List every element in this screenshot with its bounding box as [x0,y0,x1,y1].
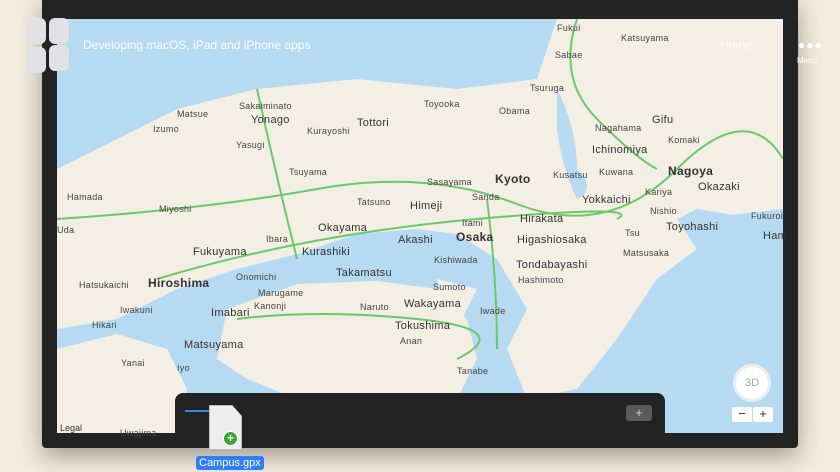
map-city-label[interactable]: Naruto [360,302,389,312]
map-city-label[interactable]: Imabari [211,307,250,319]
map-city-label[interactable]: Fukui [557,23,581,33]
map-city-label[interactable]: Katsuyama [621,33,669,43]
page-title: Developing macOS, iPad and iPhone apps [83,38,311,52]
home-link[interactable]: Home [720,38,752,52]
map-city-label[interactable]: Yanai [121,358,145,368]
map-city-label[interactable]: Kurashiki [302,246,350,258]
map-city-label[interactable]: Matsuyama [184,339,244,351]
map-city-label[interactable]: Ibara [266,234,288,244]
map-city-label[interactable]: Sasayama [427,177,472,187]
map-city-label[interactable]: Hirakata [520,213,563,225]
map-city-label[interactable]: Yonago [251,114,290,126]
map-city-label[interactable]: Matsue [177,109,208,119]
map-city-label[interactable]: Marugame [258,288,303,298]
map-city-label[interactable]: Kusatsu [553,170,588,180]
add-button[interactable]: + [626,405,652,421]
copy-plus-icon: + [223,431,238,446]
map-city-label[interactable]: Obama [499,106,530,116]
map-city-label[interactable]: Gifu [652,114,673,126]
map-city-label[interactable]: Toyooka [424,99,460,109]
menu-button[interactable]: Menu [797,56,817,65]
map-city-label[interactable]: Iwakuni [120,305,153,315]
map-city-label[interactable]: Anan [400,336,422,346]
map-city-label[interactable]: Kanonji [254,301,286,311]
map-city-label[interactable]: Hamada [67,192,103,202]
map-city-label[interactable]: Osaka [456,230,494,244]
map-city-label[interactable]: Izumo [153,124,179,134]
map-city-label[interactable]: Fukuyama [193,246,247,258]
map-city-label[interactable]: Hatsukaichi [79,280,129,290]
bottom-tray [175,393,665,448]
zoom-out-button[interactable]: − [732,407,752,422]
map-city-label[interactable]: Kuwana [599,167,633,177]
sidebar-button[interactable] [26,47,46,73]
map-city-label[interactable]: Tokushima [395,320,450,332]
sidebar-button[interactable] [49,18,69,44]
map-city-label[interactable]: Sabae [555,50,583,60]
map-city-label[interactable]: Sumoto [433,282,466,292]
map-city-label[interactable]: Yasugi [236,140,265,150]
map-city-label[interactable]: Okazaki [698,181,740,193]
ellipsis-icon[interactable]: ●●● [798,38,823,52]
sidebar-button[interactable] [49,45,69,71]
map-city-label[interactable]: Nagoya [668,164,713,178]
map-city-label[interactable]: Komaki [668,135,700,145]
map-city-label[interactable]: Kurayoshi [307,126,350,136]
map-city-label[interactable]: Fukuroi [751,211,783,221]
map-city-label[interactable]: Uwajima [120,428,157,438]
zoom-in-button[interactable]: + [753,407,773,422]
map-city-label[interactable]: Onomichi [236,272,276,282]
map-city-label[interactable]: Tsuruga [530,83,564,93]
map-city-label[interactable]: Tatsuno [357,197,391,207]
map-city-label[interactable]: Tottori [357,117,389,129]
map-city-label[interactable]: Itami [462,218,483,228]
legal-link[interactable]: Legal [60,423,82,433]
map-city-label[interactable]: Takamatsu [336,267,392,279]
map-city-label[interactable]: Ham [763,230,787,242]
map-city-label[interactable]: Iwade [480,306,506,316]
map-city-label[interactable]: Kyoto [495,172,531,186]
map-city-label[interactable]: Tondabayashi [516,259,588,271]
map-city-label[interactable]: Wakayama [404,298,461,310]
map-city-label[interactable]: Nagahama [595,123,641,133]
map-city-label[interactable]: Matsusaka [623,248,669,258]
map-city-label[interactable]: Tsuyama [289,167,327,177]
map-city-label[interactable]: Toyohashi [666,221,718,233]
map-city-label[interactable]: Akashi [398,234,433,246]
map-city-label[interactable]: Kishiwada [434,255,478,265]
map-city-label[interactable]: Ichinomiya [592,144,648,156]
map-city-label[interactable]: Kariya [645,187,672,197]
compass-3d-button[interactable]: 3D [733,364,771,402]
map-city-label[interactable]: Nishio [650,206,677,216]
map-city-label[interactable]: Miyoshi [159,204,192,214]
map-city-label[interactable]: Hikari [92,320,117,330]
file-name-label[interactable]: Campus.gpx [196,456,264,470]
sidebar-button[interactable] [26,18,46,44]
map-city-label[interactable]: Hashimoto [518,275,564,285]
map-city-label[interactable]: Sanda [472,192,500,202]
map-city-label[interactable]: Hiroshima [148,276,209,290]
drop-indicator [185,410,209,412]
map-city-label[interactable]: Uda [57,225,74,235]
map-city-label[interactable]: Higashiosaka [517,234,587,246]
map-city-label[interactable]: Sakaiminato [239,101,292,111]
map-city-label[interactable]: Iyo [177,363,190,373]
map-city-label[interactable]: Himeji [410,200,442,212]
map-city-label[interactable]: Tanabe [457,366,488,376]
map-city-label[interactable]: Okayama [318,222,367,234]
map-city-label[interactable]: Tsu [625,228,640,238]
map-city-label[interactable]: Yokkaichi [582,194,631,206]
